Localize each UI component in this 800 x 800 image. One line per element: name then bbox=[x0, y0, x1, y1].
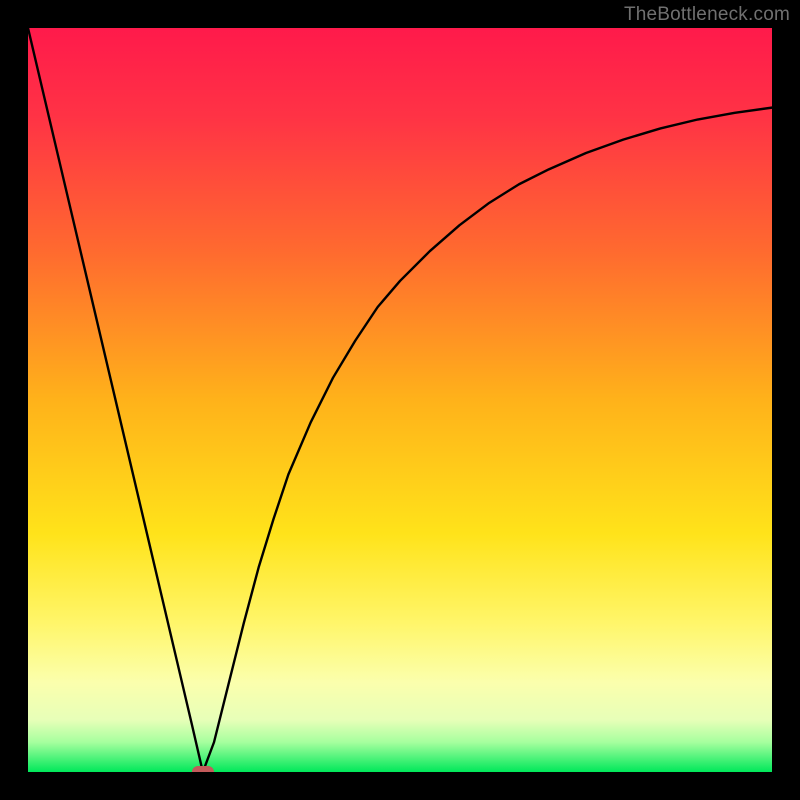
bottleneck-curve bbox=[28, 28, 772, 772]
plot-area bbox=[28, 28, 772, 772]
chart-frame: TheBottleneck.com bbox=[0, 0, 800, 800]
watermark-text: TheBottleneck.com bbox=[624, 4, 790, 26]
optimal-marker bbox=[192, 766, 214, 772]
